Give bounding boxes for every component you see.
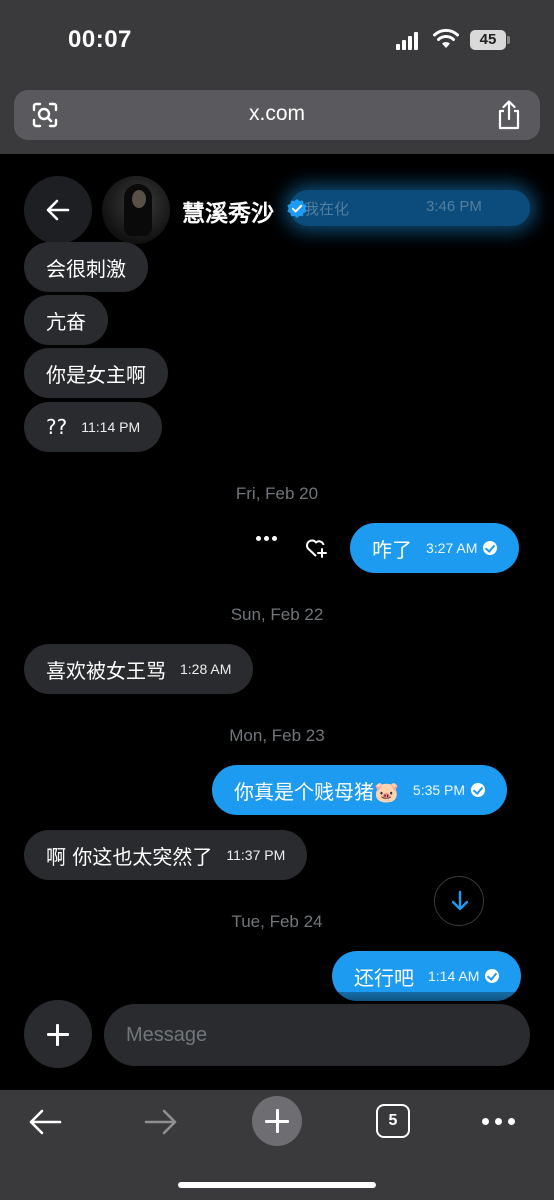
message-bubble-incoming[interactable]: 喜欢被女王骂 1:28 AM [24,644,254,694]
message-bubble-incoming[interactable]: 你是女主啊 [24,348,168,398]
conversation-view[interactable]: 我在化 3:46 PM 慧溪秀沙 会很刺激 亢奋 你是女主啊 ?? 11:14 … [0,154,554,1090]
address-bar[interactable]: x.com [14,90,540,140]
plus-icon[interactable] [24,1000,92,1068]
browser-address-area: x.com [0,84,554,154]
pinned-message-preview[interactable]: 我在化 3:46 PM [290,190,530,226]
wifi-icon [433,28,459,48]
new-tab-button[interactable] [252,1096,302,1146]
browser-back-icon[interactable] [28,1108,62,1136]
message-time: 11:14 PM [81,419,141,435]
preview-time: 3:46 PM [426,198,482,215]
message-text: 你是女主啊 [46,362,146,387]
status-time: 00:07 [68,26,132,53]
verified-badge-icon [287,199,307,218]
message-bubble-outgoing[interactable]: 你真是个贱母猪🐷 5:35 PM [212,765,508,815]
message-bubble-incoming[interactable]: 亢奋 [24,295,108,345]
message-time: 5:35 PM [412,782,466,798]
cellular-signal-icon [396,32,420,50]
message-text: ?? [46,415,68,439]
read-receipt-icon [483,541,498,555]
read-receipt-icon [471,783,486,797]
message-text: 还行吧 [354,965,414,990]
message-time: 11:37 PM [226,847,286,863]
date-separator: Sun, Feb 22 [230,605,324,624]
message-bubble-incoming[interactable]: 啊 你这也太突然了 11:37 PM [24,830,308,880]
heart-plus-icon[interactable] [304,536,328,560]
read-receipt-icon [485,969,500,983]
message-time: 3:27 AM [426,540,478,556]
message-bubble-incoming[interactable]: ?? 11:14 PM [24,402,163,452]
browser-forward-icon[interactable] [144,1108,178,1136]
message-text: 啊 你这也太突然了 [46,844,213,869]
more-horizontal-icon[interactable] [254,534,278,542]
preview-text: 我在化 [304,201,350,218]
back-button[interactable] [24,176,92,244]
date-separator: Fri, Feb 20 [235,484,319,503]
contact-name[interactable]: 慧溪秀沙 [182,194,274,228]
message-text: 喜欢被女王骂 [46,658,166,683]
message-time: 1:14 AM [428,968,480,984]
message-text: 你真是个贱母猪🐷 [234,779,399,804]
share-icon[interactable] [496,100,522,130]
arrow-left-icon [46,199,70,221]
date-separator: Tue, Feb 24 [231,912,323,931]
arrow-down-icon [451,890,469,911]
message-time: 1:28 AM [180,661,232,677]
message-text: 会很刺激 [46,256,126,281]
date-separator: Mon, Feb 23 [229,726,325,745]
message-bubble-outgoing[interactable]: 咋了 3:27 AM [350,523,520,573]
message-bubble-incoming[interactable]: 会很刺激 [24,242,148,292]
contact-avatar[interactable] [102,176,170,244]
message-text: 咋了 [372,537,412,562]
browser-menu-icon[interactable] [482,1118,516,1126]
message-text: 亢奋 [46,309,86,334]
tabs-button[interactable]: 5 [376,1104,410,1138]
battery-icon: 45 [470,30,510,50]
message-input[interactable] [104,1004,530,1066]
home-indicator [178,1182,376,1188]
url-text[interactable]: x.com [14,102,540,126]
browser-toolbar: 5 [0,1090,554,1200]
status-bar: 00:07 45 [0,0,554,84]
